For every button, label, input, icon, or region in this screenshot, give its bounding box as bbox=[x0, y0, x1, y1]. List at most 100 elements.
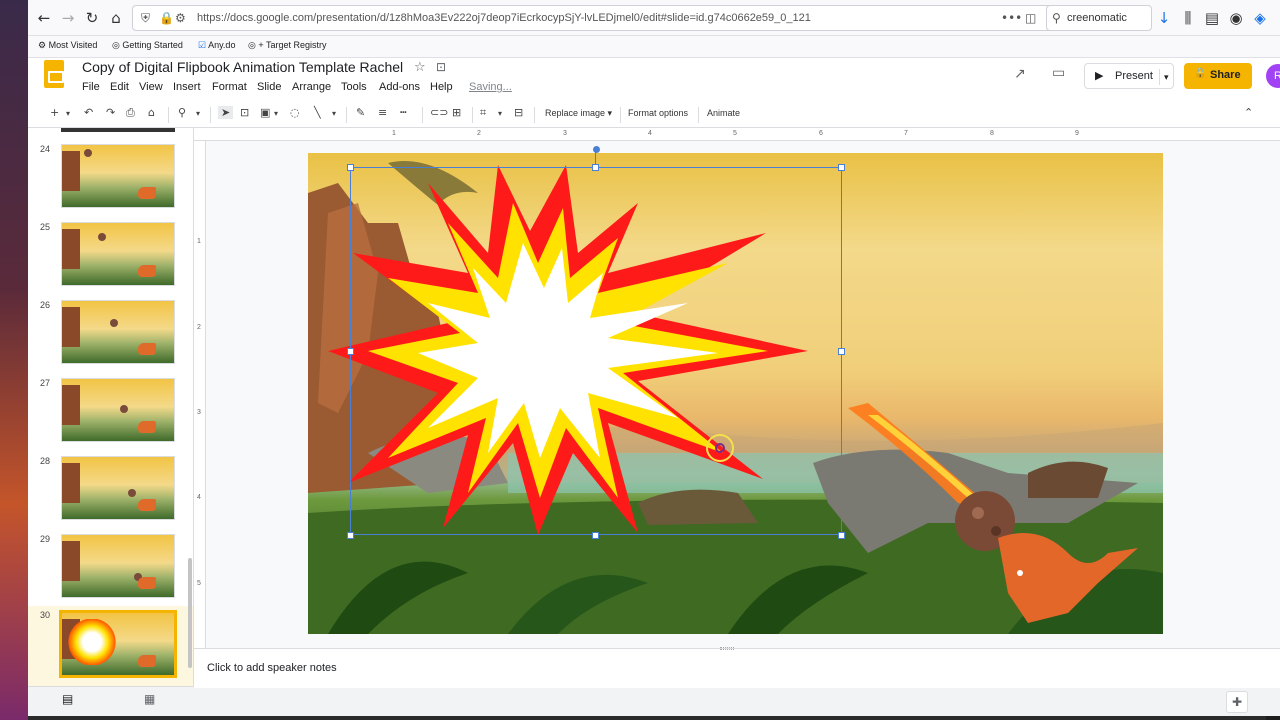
slide-thumbnail[interactable] bbox=[61, 222, 175, 286]
new-slide-icon[interactable]: + bbox=[50, 106, 59, 119]
image-icon[interactable]: ▣ bbox=[260, 106, 270, 119]
menu-help[interactable]: Help bbox=[430, 81, 453, 93]
shape-icon[interactable]: ◌ bbox=[290, 106, 300, 119]
slide-number: 29 bbox=[40, 534, 51, 544]
cursor-icon bbox=[715, 443, 725, 453]
paint-format-icon[interactable]: ⌂ bbox=[148, 106, 155, 119]
ruler-mark: 5 bbox=[733, 130, 737, 137]
resize-handle-top[interactable] bbox=[592, 164, 599, 171]
resize-handle-right[interactable] bbox=[838, 348, 845, 355]
filmstrip-scrollbar[interactable] bbox=[188, 558, 192, 668]
search-icon: ⚲ bbox=[1052, 11, 1061, 25]
add-comment-icon[interactable]: ⊞ bbox=[452, 106, 461, 119]
replace-image-button[interactable]: Replace image ▾ bbox=[545, 108, 612, 119]
link-icon[interactable]: ⊂⊃ bbox=[430, 106, 448, 119]
avatar[interactable]: R bbox=[1266, 64, 1280, 88]
textbox-icon[interactable]: ⊡ bbox=[240, 106, 249, 119]
undo-icon[interactable]: ↶ bbox=[84, 106, 93, 119]
menu-tools[interactable]: Tools bbox=[341, 81, 367, 93]
ruler-mark: 3 bbox=[563, 130, 567, 137]
page-actions-icon[interactable]: ••• bbox=[1001, 11, 1022, 25]
toolbar-divider bbox=[422, 107, 423, 123]
line-icon[interactable]: ╲ bbox=[314, 106, 321, 119]
ruler-mark: 9 bbox=[1075, 130, 1079, 137]
slides-logo-icon[interactable] bbox=[44, 60, 64, 88]
slide-thumbnail[interactable] bbox=[61, 144, 175, 208]
resize-handle-top-left[interactable] bbox=[347, 164, 354, 171]
border-weight-icon[interactable]: ≡ bbox=[378, 106, 387, 119]
menu-arrange[interactable]: Arrange bbox=[292, 81, 331, 93]
zoom-icon[interactable]: ⚲ bbox=[178, 106, 186, 119]
shield-icon: ⛨ bbox=[141, 11, 151, 25]
resize-handle-bottom-right[interactable] bbox=[838, 532, 845, 539]
slide-thumbnail-partial[interactable] bbox=[61, 128, 175, 132]
resize-handle-top-right[interactable] bbox=[838, 164, 845, 171]
select-cursor-icon[interactable]: ➤ bbox=[218, 106, 234, 119]
pocket-icon[interactable]: ◫ bbox=[1025, 11, 1036, 25]
home-icon[interactable]: ⌂ bbox=[106, 8, 126, 28]
browser-search-box[interactable]: ⚲ creenomatic bbox=[1046, 5, 1152, 31]
share-button[interactable]: 🔒 Share bbox=[1184, 63, 1252, 89]
crop-dropdown-icon[interactable]: ▾ bbox=[498, 109, 502, 118]
line-dropdown-icon[interactable]: ▾ bbox=[332, 109, 336, 118]
slide-thumbnail-selected[interactable] bbox=[59, 610, 177, 678]
explore-icon[interactable]: ✚ bbox=[1226, 691, 1248, 713]
speaker-notes[interactable]: Click to add speaker notes bbox=[194, 647, 1280, 688]
reset-image-icon[interactable]: ⊟ bbox=[514, 106, 523, 119]
border-dash-icon[interactable]: ┅ bbox=[400, 106, 407, 119]
new-slide-dropdown-icon[interactable]: ▾ bbox=[66, 109, 70, 118]
present-button[interactable]: ▶ Present ▾ bbox=[1084, 63, 1174, 89]
resize-handle-left[interactable] bbox=[347, 348, 354, 355]
slide-thumbnail[interactable] bbox=[61, 456, 175, 520]
border-color-icon[interactable]: ✎ bbox=[356, 106, 365, 119]
bookmark-most-visited[interactable]: ⚙ Most Visited bbox=[38, 40, 97, 51]
extension-icon[interactable]: ◈ bbox=[1250, 8, 1270, 28]
menu-slide[interactable]: Slide bbox=[257, 81, 281, 93]
slide-number: 27 bbox=[40, 378, 51, 388]
sidebar-icon[interactable]: ▤ bbox=[1202, 8, 1222, 28]
resize-handle-bottom-left[interactable] bbox=[347, 532, 354, 539]
image-selection-box[interactable] bbox=[350, 167, 842, 535]
zoom-dropdown-icon[interactable]: ▾ bbox=[196, 109, 200, 118]
grid-view-icon[interactable]: ▦ bbox=[144, 692, 155, 706]
slide-thumbnail[interactable] bbox=[61, 534, 175, 598]
move-folder-icon[interactable]: ⊡ bbox=[436, 60, 446, 74]
menu-insert[interactable]: Insert bbox=[173, 81, 201, 93]
desktop-background-left bbox=[0, 0, 28, 720]
star-icon[interactable]: ☆ bbox=[414, 60, 426, 75]
resize-handle-bottom[interactable] bbox=[592, 532, 599, 539]
collapse-toolbar-icon[interactable]: ⌃ bbox=[1244, 106, 1253, 119]
reload-icon[interactable]: ↻ bbox=[82, 8, 102, 28]
animate-button[interactable]: Animate bbox=[707, 108, 740, 118]
ruler-mark: 7 bbox=[904, 130, 908, 137]
library-icon[interactable]: ⫼ bbox=[1178, 8, 1198, 28]
slide-thumbnail[interactable] bbox=[61, 378, 175, 442]
menu-addons[interactable]: Add-ons bbox=[379, 81, 420, 93]
rotate-handle[interactable] bbox=[593, 146, 600, 153]
menu-view[interactable]: View bbox=[139, 81, 163, 93]
bookmark-getting-started[interactable]: ◎ Getting Started bbox=[112, 40, 183, 51]
present-dropdown-icon[interactable]: ▾ bbox=[1159, 69, 1169, 85]
comments-icon[interactable]: ▭ bbox=[1052, 65, 1065, 81]
menu-format[interactable]: Format bbox=[212, 81, 247, 93]
menu-file[interactable]: File bbox=[82, 81, 100, 93]
crop-icon[interactable]: ⌗ bbox=[480, 106, 486, 120]
url-bar[interactable]: ⛨ 🔒 ⚙ https://docs.google.com/presentati… bbox=[132, 5, 1072, 31]
activity-trend-icon[interactable]: ↗ bbox=[1014, 66, 1026, 82]
format-options-button[interactable]: Format options bbox=[628, 108, 688, 118]
download-icon[interactable]: ↓ bbox=[1154, 8, 1174, 28]
back-icon[interactable]: ← bbox=[34, 8, 54, 28]
image-dropdown-icon[interactable]: ▾ bbox=[274, 109, 278, 118]
account-icon[interactable]: ◉ bbox=[1226, 8, 1246, 28]
print-icon[interactable]: ⎙ bbox=[126, 106, 135, 120]
redo-icon[interactable]: ↷ bbox=[106, 106, 115, 119]
forward-icon[interactable]: → bbox=[58, 8, 78, 28]
menu-edit[interactable]: Edit bbox=[110, 81, 129, 93]
notes-resize-handle[interactable] bbox=[720, 647, 734, 650]
bookmark-anydo[interactable]: ☑ Any.do bbox=[198, 40, 235, 51]
ruler-mark: 3 bbox=[197, 409, 201, 416]
filmstrip-view-icon[interactable]: ▤ bbox=[62, 692, 73, 706]
bookmark-target-registry[interactable]: ◎ + Target Registry bbox=[248, 40, 326, 51]
slide-thumbnail[interactable] bbox=[61, 300, 175, 364]
document-title[interactable]: Copy of Digital Flipbook Animation Templ… bbox=[82, 59, 403, 75]
